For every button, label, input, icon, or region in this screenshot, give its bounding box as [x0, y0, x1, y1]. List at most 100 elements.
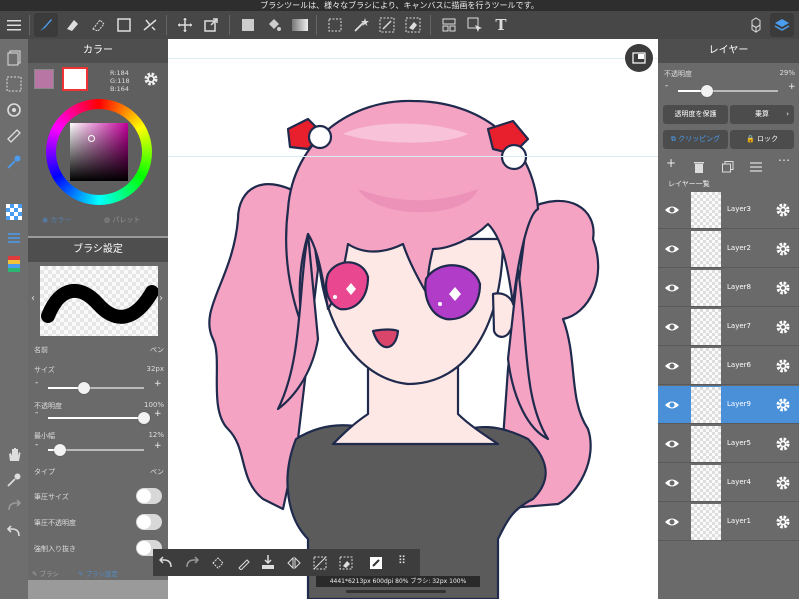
layer-more-icon[interactable]: ⋯: [778, 153, 790, 167]
lock-button[interactable]: 🔒 ロック: [730, 130, 794, 149]
color-palette-icon[interactable]: [2, 253, 26, 275]
layer-row[interactable]: Layer7: [658, 308, 799, 346]
move-icon[interactable]: [173, 13, 197, 37]
visibility-eye-icon[interactable]: [664, 241, 680, 257]
menu-icon[interactable]: [2, 13, 26, 37]
delete-layer-icon[interactable]: [694, 158, 704, 177]
hue-ring[interactable]: [46, 99, 152, 205]
materials-icon[interactable]: [744, 13, 768, 37]
magic-wand-icon[interactable]: [349, 13, 373, 37]
tab-brush[interactable]: ✎ ブラシ: [32, 568, 59, 578]
snap-grid-icon[interactable]: [2, 227, 26, 249]
layer-row[interactable]: Layer4: [658, 464, 799, 502]
layers-icon[interactable]: [770, 13, 794, 37]
pressure-size-toggle[interactable]: [136, 488, 162, 504]
tab-color[interactable]: ◉ カラー: [42, 215, 71, 225]
size-slider[interactable]: - +: [28, 378, 168, 394]
visibility-eye-icon[interactable]: [664, 202, 680, 218]
selection-panel-icon[interactable]: [2, 73, 26, 95]
layer-row[interactable]: Layer6: [658, 347, 799, 385]
text-icon[interactable]: T: [489, 13, 513, 37]
bottom-redo-icon[interactable]: [185, 555, 200, 574]
transform-icon[interactable]: [199, 13, 223, 37]
visibility-eye-icon[interactable]: [664, 280, 680, 296]
layer-settings-gear-icon[interactable]: [775, 280, 791, 296]
drawing-canvas[interactable]: [168, 39, 658, 599]
pressure-opacity-toggle[interactable]: [136, 514, 162, 530]
saturation-value-square[interactable]: [70, 123, 128, 181]
layer-row[interactable]: Layer1: [658, 503, 799, 541]
layer-row[interactable]: Layer8: [658, 269, 799, 307]
clipping-button[interactable]: ⧉ クリッピング: [663, 130, 728, 149]
prev-brush-chevron-icon[interactable]: ‹: [31, 293, 35, 304]
blend-mode-button[interactable]: 乗算 ›: [730, 105, 794, 124]
layer-row[interactable]: Layer9: [658, 386, 799, 424]
brush-type-row[interactable]: タイプ ペン: [28, 461, 168, 481]
eraser-icon[interactable]: [60, 13, 84, 37]
layer-row[interactable]: Layer3: [658, 191, 799, 229]
layer-settings-gear-icon[interactable]: [775, 514, 791, 530]
color-settings-gear-icon[interactable]: [143, 71, 159, 91]
add-layer-icon[interactable]: +: [666, 156, 676, 170]
duplicate-layer-icon[interactable]: [722, 158, 734, 177]
fill-eraser-icon[interactable]: [86, 13, 110, 37]
layer-settings-gear-icon[interactable]: [775, 358, 791, 374]
bottom-pen-icon[interactable]: [237, 555, 251, 574]
bottom-grip-icon[interactable]: ⠿: [398, 554, 406, 567]
opacity-slider[interactable]: - +: [28, 408, 168, 424]
bottom-flip-icon[interactable]: [287, 555, 301, 574]
rect-icon[interactable]: [112, 13, 136, 37]
minwidth-slider[interactable]: - +: [28, 440, 168, 456]
visibility-eye-icon[interactable]: [664, 475, 680, 491]
rotate-icon[interactable]: [2, 99, 26, 121]
brush-stroke-preview[interactable]: [40, 266, 159, 336]
layer-row[interactable]: Layer5: [658, 425, 799, 463]
visibility-eye-icon[interactable]: [664, 358, 680, 374]
sub-color-swatch[interactable]: [62, 67, 88, 91]
hand-icon[interactable]: [2, 443, 26, 465]
transparency-icon[interactable]: [2, 201, 26, 223]
undo-icon[interactable]: [2, 521, 26, 543]
main-color-swatch[interactable]: [34, 69, 54, 89]
tab-palette[interactable]: ◍ パレット: [104, 215, 140, 225]
select-pen-icon[interactable]: [375, 13, 399, 37]
bottom-save-icon[interactable]: [261, 554, 275, 574]
layer-settings-gear-icon[interactable]: [775, 436, 791, 452]
visibility-eye-icon[interactable]: [664, 514, 680, 530]
snap-icon[interactable]: [138, 13, 162, 37]
protect-alpha-button[interactable]: 透明度を保護: [663, 105, 728, 124]
redo-icon[interactable]: [2, 495, 26, 517]
hand-select-icon[interactable]: [463, 13, 487, 37]
brush-icon[interactable]: [34, 13, 58, 37]
layer-settings-gear-icon[interactable]: [775, 397, 791, 413]
layer-settings-gear-icon[interactable]: [775, 475, 791, 491]
bottom-deselect-icon[interactable]: [313, 555, 327, 574]
layer-list-view-icon[interactable]: [750, 158, 762, 177]
next-brush-chevron-icon[interactable]: ›: [159, 293, 163, 304]
layer-settings-gear-icon[interactable]: [775, 241, 791, 257]
layer-row[interactable]: Layer2: [658, 230, 799, 268]
navigator-icon[interactable]: [625, 44, 653, 72]
bottom-undo-icon[interactable]: [158, 555, 173, 574]
tab-brush-settings[interactable]: ✎ ブラシ設定: [78, 568, 118, 578]
eyedropper-icon[interactable]: [2, 151, 26, 173]
visibility-eye-icon[interactable]: [664, 397, 680, 413]
layer-settings-gear-icon[interactable]: [775, 202, 791, 218]
select-eraser-icon[interactable]: [401, 13, 425, 37]
fill-rect-icon[interactable]: [236, 13, 260, 37]
bottom-fill-icon[interactable]: [211, 555, 225, 574]
bottom-layer-export-icon[interactable]: [369, 555, 383, 574]
left-eyedropper-icon[interactable]: [2, 469, 26, 491]
visibility-eye-icon[interactable]: [664, 436, 680, 452]
layer-opacity-slider[interactable]: - +: [658, 81, 799, 97]
select-rect-icon[interactable]: [323, 13, 347, 37]
divide-icon[interactable]: [437, 13, 461, 37]
bottom-select-erase-icon[interactable]: [339, 555, 353, 574]
layer-settings-gear-icon[interactable]: [775, 319, 791, 335]
gradient-icon[interactable]: [288, 13, 312, 37]
bucket-icon[interactable]: [262, 13, 286, 37]
page-manager-icon[interactable]: [2, 47, 26, 69]
ruler-icon[interactable]: [2, 125, 26, 147]
visibility-eye-icon[interactable]: [664, 319, 680, 335]
brush-name-row[interactable]: 名前 ペン: [28, 339, 168, 359]
